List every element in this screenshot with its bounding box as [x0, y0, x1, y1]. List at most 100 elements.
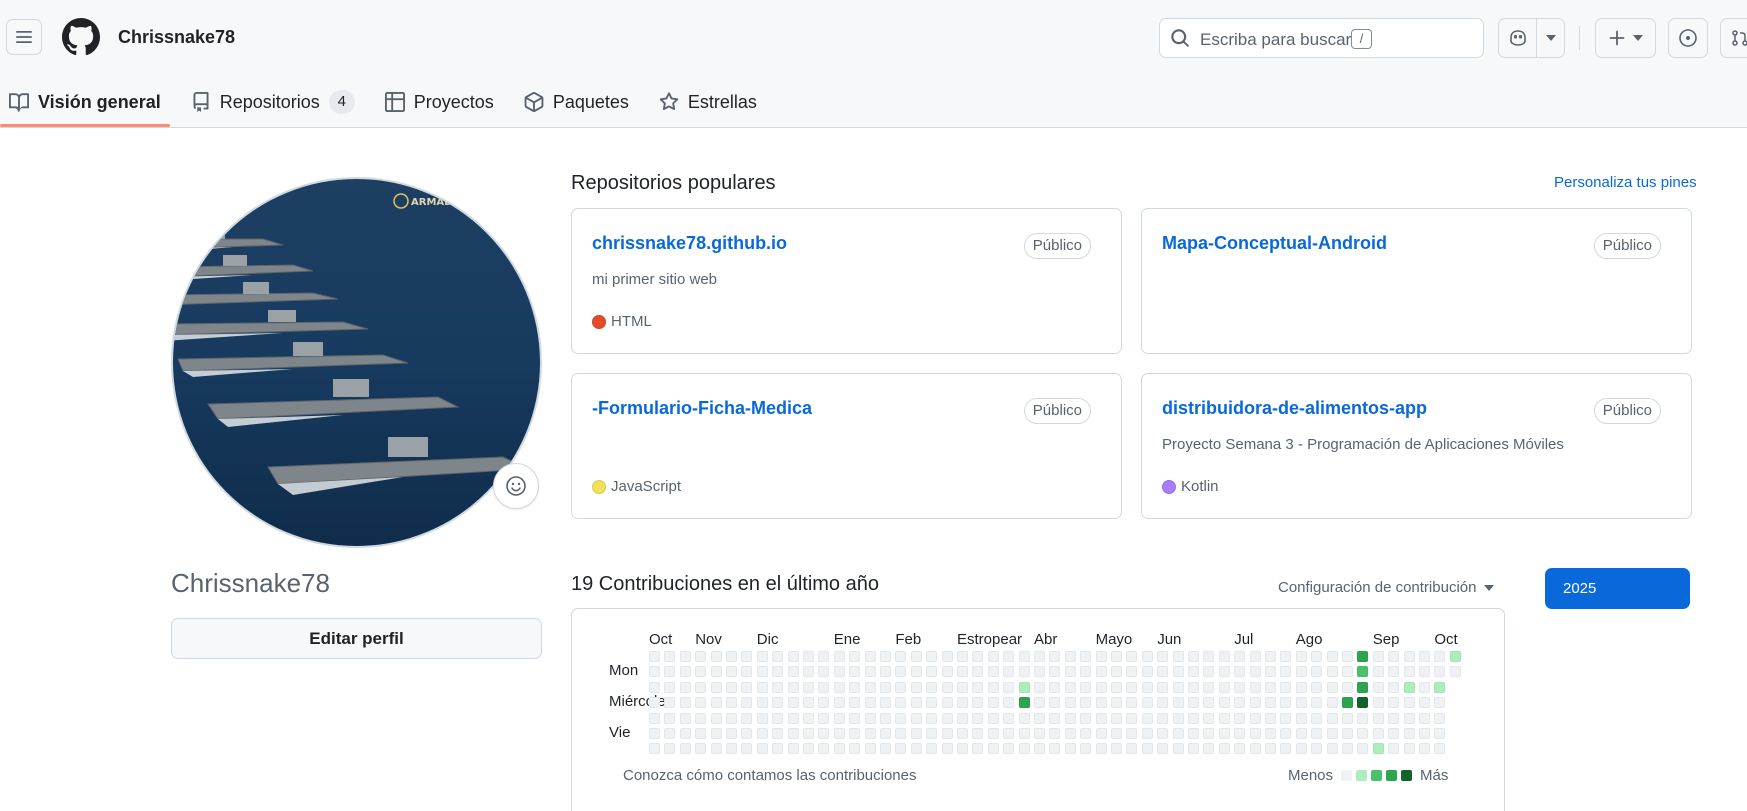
contribution-day[interactable] [957, 697, 968, 709]
contribution-day[interactable] [926, 666, 938, 678]
contribution-day[interactable] [849, 743, 861, 755]
contribution-day[interactable] [1388, 681, 1400, 693]
contribution-day[interactable] [880, 651, 891, 662]
contribution-day[interactable] [849, 666, 861, 678]
contribution-day[interactable] [803, 728, 814, 739]
contribution-day[interactable] [895, 712, 907, 724]
contribution-day[interactable] [726, 697, 737, 709]
contribution-day[interactable] [880, 743, 891, 755]
contribution-day[interactable] [756, 681, 768, 693]
contribution-day[interactable] [1003, 697, 1015, 709]
contribution-day[interactable] [1419, 651, 1430, 662]
contribution-day[interactable] [741, 743, 753, 755]
contribution-day[interactable] [664, 666, 676, 678]
contribution-day[interactable] [1265, 712, 1276, 724]
contribution-day[interactable] [1111, 697, 1122, 709]
contribution-day[interactable] [1280, 697, 1292, 709]
contribution-day[interactable] [1049, 651, 1061, 662]
contribution-day[interactable] [957, 728, 968, 739]
contribution-day[interactable] [987, 666, 999, 678]
contribution-day[interactable] [1265, 728, 1276, 739]
contribution-day[interactable] [1434, 651, 1446, 662]
contribution-day[interactable] [787, 712, 799, 724]
contribution-day[interactable] [1157, 697, 1169, 709]
contribution-day[interactable] [987, 651, 999, 662]
contribution-day[interactable] [679, 666, 691, 678]
contribution-day[interactable] [1388, 728, 1400, 739]
contribution-day[interactable] [772, 728, 784, 739]
contribution-day[interactable] [1141, 681, 1153, 693]
contribution-day[interactable] [1326, 681, 1338, 693]
contribution-day[interactable] [1141, 651, 1153, 662]
contribution-day[interactable] [710, 712, 722, 724]
contribution-day[interactable] [1403, 743, 1415, 755]
contribution-day[interactable] [1234, 743, 1246, 755]
contribution-day[interactable] [1311, 697, 1323, 709]
contribution-day[interactable] [741, 712, 753, 724]
contribution-day[interactable] [756, 712, 768, 724]
contribution-day[interactable] [1449, 666, 1461, 678]
contribution-day[interactable] [1342, 743, 1353, 755]
contribution-day[interactable] [818, 712, 830, 724]
contribution-day[interactable] [649, 743, 660, 755]
contribution-day[interactable] [1434, 712, 1446, 724]
contribution-day[interactable] [1064, 697, 1076, 709]
contribution-day[interactable] [1434, 743, 1446, 755]
contribution-day[interactable] [1218, 697, 1230, 709]
contribution-day[interactable] [1064, 651, 1076, 662]
header-username[interactable]: Chrissnake78 [118, 27, 235, 48]
contribution-day[interactable] [1357, 728, 1369, 739]
set-status-button[interactable] [493, 463, 539, 509]
contribution-day[interactable] [972, 666, 984, 678]
contribution-day[interactable] [1280, 743, 1292, 755]
contribution-day[interactable] [1357, 712, 1369, 724]
contribution-day[interactable] [910, 712, 922, 724]
contribution-day[interactable] [1419, 712, 1430, 724]
contribution-day[interactable] [664, 728, 676, 739]
contribution-day[interactable] [1357, 651, 1369, 662]
repo-name-link[interactable]: chrissnake78.github.io [592, 233, 787, 254]
contribution-day[interactable] [1188, 743, 1199, 755]
contribution-day[interactable] [1003, 666, 1015, 678]
contribution-day[interactable] [756, 651, 768, 662]
contribution-day[interactable] [1388, 697, 1400, 709]
contribution-day[interactable] [1080, 743, 1092, 755]
contribution-day[interactable] [1280, 651, 1292, 662]
repo-name-link[interactable]: Mapa-Conceptual-Android [1162, 233, 1387, 254]
contribution-day[interactable] [926, 728, 938, 739]
contribution-day[interactable] [1295, 666, 1307, 678]
contribution-day[interactable] [1372, 681, 1384, 693]
contribution-day[interactable] [726, 666, 737, 678]
contribution-day[interactable] [987, 697, 999, 709]
contribution-day[interactable] [1342, 728, 1353, 739]
contribution-day[interactable] [880, 697, 891, 709]
contribution-day[interactable] [1342, 666, 1353, 678]
contribution-day[interactable] [910, 681, 922, 693]
contribution-day[interactable] [1372, 728, 1384, 739]
contribution-day[interactable] [1357, 681, 1369, 693]
contribution-day[interactable] [1203, 681, 1215, 693]
contribution-day[interactable] [1049, 681, 1061, 693]
contribution-day[interactable] [1003, 681, 1015, 693]
contribution-day[interactable] [1218, 712, 1230, 724]
contribution-day[interactable] [1419, 681, 1430, 693]
contribution-day[interactable] [1249, 666, 1261, 678]
contribution-day[interactable] [833, 728, 845, 739]
contribution-day[interactable] [818, 697, 830, 709]
contribution-day[interactable] [880, 728, 891, 739]
contribution-day[interactable] [664, 681, 676, 693]
contribution-day[interactable] [1326, 743, 1338, 755]
contribution-day[interactable] [1203, 651, 1215, 662]
contribution-day[interactable] [1419, 697, 1430, 709]
contribution-day[interactable] [1218, 666, 1230, 678]
contribution-day[interactable] [726, 651, 737, 662]
contribution-day[interactable] [864, 681, 876, 693]
contribution-day[interactable] [695, 712, 707, 724]
contribution-day[interactable] [679, 728, 691, 739]
contribution-day[interactable] [649, 681, 660, 693]
contribution-day[interactable] [1064, 712, 1076, 724]
contribution-day[interactable] [1234, 728, 1246, 739]
contribution-day[interactable] [1111, 712, 1122, 724]
contribution-day[interactable] [695, 743, 707, 755]
contribution-day[interactable] [1357, 697, 1369, 709]
